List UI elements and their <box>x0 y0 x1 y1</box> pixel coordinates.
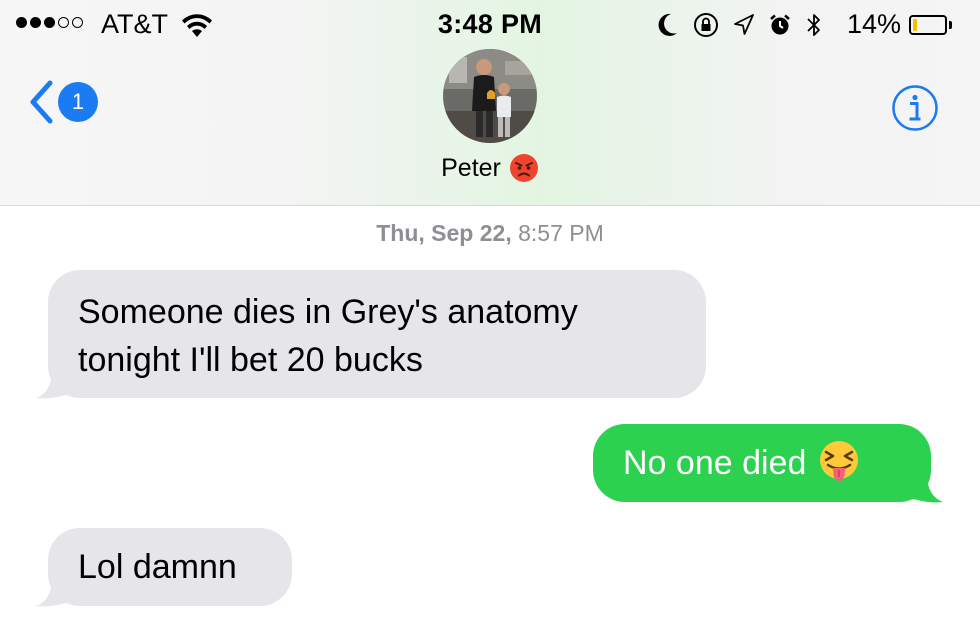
message-text-line: Someone dies in Grey's anatomy <box>78 293 578 331</box>
location-arrow-icon <box>734 14 754 35</box>
timestamp-day: Thu, Sep 22, <box>376 220 512 246</box>
alarm-clock-icon <box>770 14 790 35</box>
do-not-disturb-moon-icon <box>658 13 677 36</box>
angry-face-icon <box>509 154 538 182</box>
unread-count-badge: 1 <box>58 82 98 122</box>
chevron-left-icon <box>30 80 53 124</box>
message-text: No one died <box>623 444 807 482</box>
status-icons <box>656 10 824 40</box>
battery-percentage: 14% <box>847 9 902 39</box>
incoming-message[interactable]: Lol damnn <box>48 528 292 606</box>
conversation-header: AT&T 3:48 PM 14% 1 Peter <box>0 0 980 206</box>
message-timestamp: Thu, Sep 22, 8:57 PM <box>0 220 980 247</box>
battery-level-fill <box>913 19 917 31</box>
battery-icon <box>909 15 947 35</box>
bluetooth-icon <box>807 14 820 36</box>
message-text: Lol damnn <box>78 548 237 586</box>
status-time: 3:48 PM <box>437 9 543 39</box>
outgoing-message[interactable]: No one died <box>593 424 931 502</box>
info-icon[interactable] <box>891 84 939 132</box>
contact-name: Peter <box>441 153 501 182</box>
incoming-message[interactable]: Someone dies in Grey's anatomy tonight I… <box>48 270 706 398</box>
contact-avatar[interactable] <box>443 49 537 143</box>
message-text-line: tonight I'll bet 20 bucks <box>78 341 423 379</box>
squinting-tongue-emoji-icon <box>820 441 859 481</box>
battery-tip <box>949 21 952 29</box>
status-bar: AT&T 3:48 PM 14% <box>0 0 980 52</box>
rotation-lock-icon <box>694 13 718 37</box>
timestamp-time: 8:57 PM <box>511 220 604 246</box>
back-button[interactable]: 1 <box>28 80 98 124</box>
contact-name-row[interactable]: Peter <box>0 153 980 183</box>
contact-photo <box>443 49 537 143</box>
